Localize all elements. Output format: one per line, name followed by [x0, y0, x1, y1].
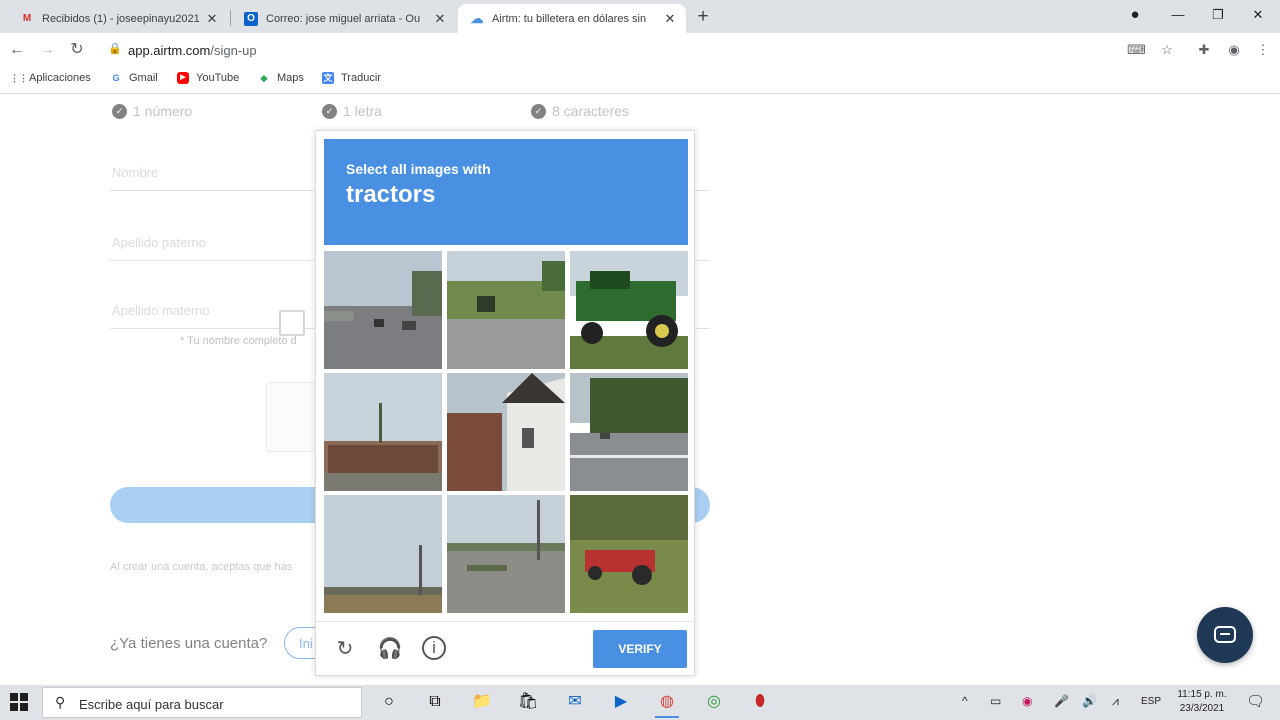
captcha-tile-8[interactable]: [447, 495, 565, 613]
taskbar-clock[interactable]: 11:15 p. m. 23/3/2021: [1172, 688, 1232, 716]
gmail-icon: M: [22, 13, 32, 24]
chat-widget-button[interactable]: [1197, 607, 1253, 663]
captcha-challenge: Select all images with tractors ↻ 🎧 i VE…: [315, 130, 696, 677]
forward-icon[interactable]: →: [36, 39, 58, 61]
url-text: app.airtm.com/sign-up: [128, 43, 257, 58]
network-icon[interactable]: ⩘: [1112, 694, 1119, 709]
taskbar-search-input[interactable]: ⚲ Escribe aquí para buscar: [42, 687, 362, 718]
tab-gmail[interactable]: M Recibidos (1) - joseepinayu2021 ✕: [8, 4, 228, 33]
search-icon: ⚲: [55, 694, 66, 710]
chrome-icon[interactable]: ◍: [652, 688, 682, 718]
url-host: app.airtm.com: [128, 43, 211, 58]
close-icon[interactable]: ✕: [204, 11, 220, 27]
lock-icon: 🔒: [108, 43, 122, 55]
file-explorer-icon[interactable]: 📁: [467, 688, 497, 716]
bookmark-gmail[interactable]: G Gmail: [110, 72, 158, 84]
translate-page-icon[interactable]: ⌨: [1127, 41, 1146, 59]
browser-tab-bar: M Recibidos (1) - joseepinayu2021 ✕ O Co…: [0, 0, 1280, 33]
info-icon[interactable]: i: [422, 636, 446, 660]
account-avatar-icon[interactable]: ◉: [1225, 41, 1243, 59]
language-indicator[interactable]: ESP: [1141, 696, 1161, 707]
reload-icon[interactable]: ↻: [332, 636, 358, 662]
captcha-instruction: Select all images with: [346, 161, 491, 177]
volume-icon[interactable]: 🔊: [1082, 694, 1097, 708]
captcha-image-grid: [324, 251, 688, 613]
bookmark-label: Gmail: [129, 72, 158, 84]
tab-separator: [230, 10, 231, 26]
mail-icon[interactable]: ✉: [560, 688, 590, 716]
new-tab-button[interactable]: +: [692, 6, 714, 28]
captcha-tile-6[interactable]: [570, 373, 688, 491]
tab-title: Airtm: tu billetera en dólares sin: [492, 12, 647, 25]
restore-icon[interactable]: ❐: [1198, 0, 1238, 30]
bookmarks-bar: ⋮⋮ Aplicaciones G Gmail ▶ YouTube ◆ Maps 文 Tr…: [0, 66, 1280, 94]
address-bar[interactable]: 🔒 app.airtm.com/sign-up: [98, 37, 1138, 63]
store-icon[interactable]: 🛍: [513, 688, 543, 716]
captcha-target: tractors: [346, 181, 436, 208]
bookmark-translate[interactable]: 文 Traducir: [322, 72, 381, 84]
verify-button[interactable]: VERIFY: [593, 630, 687, 668]
apps-grid-icon: ⋮⋮: [10, 73, 28, 83]
notifications-icon[interactable]: 🗨: [1246, 692, 1265, 710]
youtube-icon: ▶: [177, 72, 189, 84]
outlook-icon: O: [244, 11, 258, 26]
windows-start-icon[interactable]: [10, 693, 28, 711]
chat-icon: [1214, 626, 1236, 643]
captcha-tile-2[interactable]: [447, 251, 565, 369]
bookmark-label: YouTube: [196, 72, 240, 84]
tab-title: Correo: jose miguel arriata - Ou: [266, 12, 421, 25]
star-icon[interactable]: ☆: [1158, 41, 1176, 59]
maps-icon: ◆: [260, 73, 268, 83]
clock-date: 23/3/2021: [1179, 703, 1225, 714]
app-green-icon[interactable]: ◎: [699, 688, 729, 716]
bookmark-youtube[interactable]: ▶ YouTube: [177, 72, 239, 84]
minimize-icon[interactable]: —: [1158, 0, 1198, 30]
clock-time: 11:15 p. m.: [1177, 689, 1227, 700]
captcha-tile-9[interactable]: [570, 495, 688, 613]
browser-toolbar: ← → ↻ 🔒 app.airtm.com/sign-up ⌨ ☆ ✚ ◉ ⋮: [0, 33, 1280, 66]
url-path: /sign-up: [210, 43, 257, 58]
tab-airtm[interactable]: ☁ Airtm: tu billetera en dólares sin ✕: [458, 4, 686, 33]
captcha-footer: ↻ 🎧 i VERIFY: [316, 621, 696, 677]
bookmark-apps[interactable]: ⋮⋮ Aplicaciones: [10, 72, 91, 84]
close-icon[interactable]: ✕: [662, 11, 678, 27]
cortana-icon[interactable]: ○: [374, 688, 404, 716]
show-hidden-icons[interactable]: ^: [962, 694, 968, 708]
captcha-tile-3[interactable]: [570, 251, 688, 369]
translate-icon: 文: [322, 72, 334, 84]
captcha-tile-5[interactable]: [447, 373, 565, 491]
tab-outlook[interactable]: O Correo: jose miguel arriata - Ou ✕: [232, 4, 456, 33]
profile-icon[interactable]: ●: [1115, 0, 1155, 30]
app-red-icon[interactable]: ⬮: [745, 688, 775, 716]
task-view-icon[interactable]: ⧉: [420, 688, 450, 716]
bookmark-label: Aplicaciones: [29, 72, 91, 84]
google-icon: G: [112, 73, 120, 83]
bookmark-maps[interactable]: ◆ Maps: [258, 72, 304, 84]
close-icon[interactable]: ✕: [432, 11, 448, 27]
tab-title: Recibidos (1) - joseepinayu2021: [42, 12, 200, 25]
captcha-tile-4[interactable]: [324, 373, 442, 491]
search-placeholder: Escribe aquí para buscar: [79, 697, 224, 712]
tray-app-icon[interactable]: ◉: [1022, 694, 1032, 708]
back-icon[interactable]: ←: [6, 39, 28, 61]
captcha-tile-7[interactable]: [324, 495, 442, 613]
menu-kebab-icon[interactable]: ⋮: [1254, 41, 1272, 59]
meet-now-icon[interactable]: ▭: [990, 694, 1001, 708]
reload-icon[interactable]: ↻: [66, 39, 88, 61]
media-app-icon[interactable]: ▶: [606, 688, 636, 716]
windows-taskbar: ⚲ Escribe aquí para buscar ○ ⧉ 📁 🛍 ✉ ▶ ◍…: [0, 685, 1280, 720]
airtm-icon: ☁: [470, 10, 484, 26]
bookmark-label: Traducir: [341, 72, 381, 84]
audio-icon[interactable]: 🎧: [377, 636, 403, 662]
close-window-icon[interactable]: ✕: [1238, 0, 1278, 30]
captcha-tile-1[interactable]: [324, 251, 442, 369]
captcha-header: Select all images with tractors: [324, 139, 688, 245]
extensions-icon[interactable]: ✚: [1195, 41, 1213, 59]
bookmark-label: Maps: [277, 72, 304, 84]
microphone-icon[interactable]: 🎤: [1054, 694, 1069, 708]
